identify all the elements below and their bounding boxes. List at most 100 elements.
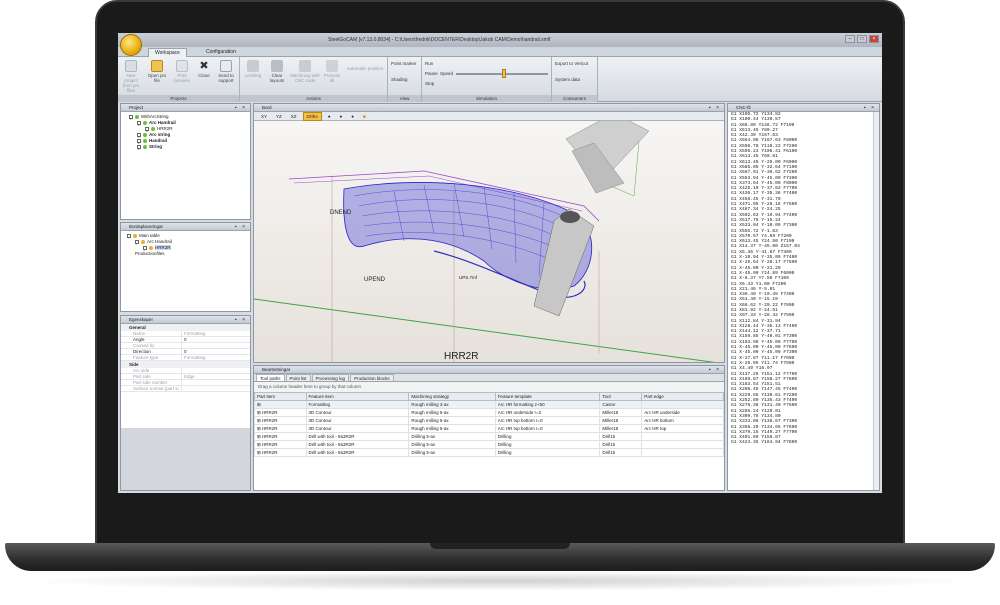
table-row[interactable]: ⊞ HRR2R Drill with tool - 8a3R2R Drilling … xyxy=(254,432,724,441)
property-section-header[interactable]: General xyxy=(121,324,250,331)
panel-pin-close-icon[interactable]: ▪ × xyxy=(709,104,721,112)
property-value[interactable]: Formatting xyxy=(181,355,250,360)
property-value[interactable]: 0 xyxy=(181,337,250,342)
clear-layouts-button[interactable]: Clear layouts xyxy=(266,60,288,83)
view-option-4-icon[interactable]: ■ xyxy=(360,113,369,120)
system-data-button[interactable]: System data xyxy=(555,77,580,82)
view-xz-button[interactable]: XZ xyxy=(288,113,300,120)
close-window-button[interactable]: × xyxy=(869,35,879,43)
column-header[interactable]: Feature template xyxy=(494,392,601,401)
tab-configuration[interactable]: Configuration xyxy=(200,48,242,57)
send-to-support-button[interactable]: Send to support xyxy=(215,60,237,83)
view-option-3-icon[interactable]: ● xyxy=(348,113,357,120)
view-yz-button[interactable]: YZ xyxy=(273,113,285,120)
view-xy-button[interactable]: XY xyxy=(258,113,270,120)
table-row[interactable]: ⊞ HRR2R Drill with tool - 8a3R2R Drilling … xyxy=(254,440,724,449)
property-value[interactable]: 0 xyxy=(181,349,250,354)
machining-cnc-button[interactable]: Machining with CNC code xyxy=(290,60,320,83)
property-value[interactable]: Edge xyxy=(181,374,250,379)
table-body: ⊞ Formatting Rough milling 3-ax Arc HR for… xyxy=(254,400,724,457)
close-icon: ✖ xyxy=(199,60,209,72)
cell-text: Drilling 5-ax xyxy=(411,434,436,439)
expand-icon[interactable]: - xyxy=(127,233,131,240)
close-project-button[interactable]: ✖ Close xyxy=(196,60,212,78)
panel-pin-close-icon[interactable]: ▪ × xyxy=(235,104,247,112)
nc-code-list[interactable]: G1 X105.72 Y134.82 G1 X100.44 Y139.57 G1 X… xyxy=(728,112,879,446)
view-option-1-icon[interactable]: ● xyxy=(325,113,334,120)
window-title: SteelGoCAM [v7.13.0.8034] - C:\Users\fre… xyxy=(328,37,551,43)
view-ortho-button[interactable]: Ortho xyxy=(302,111,322,121)
shading-toggle[interactable]: Shading xyxy=(391,77,408,82)
view-option-2-icon[interactable]: ● xyxy=(337,113,346,120)
cell-text: 3D Contour xyxy=(308,418,332,423)
3d-viewport[interactable]: DNEND UPEND UPS.7mf HRR2R xyxy=(254,112,724,362)
table-cell xyxy=(641,400,724,409)
panel-pin-close-icon[interactable]: ▪ × xyxy=(235,223,247,231)
tab-tool-paths[interactable]: Tool paths xyxy=(256,374,285,381)
cell-text: Drilling xyxy=(497,434,512,439)
tree-node[interactable]: Productionfiles xyxy=(123,251,248,257)
eraser-icon xyxy=(271,60,283,72)
app-menu-orb[interactable] xyxy=(120,34,142,56)
leveling-button[interactable]: Leveling xyxy=(242,60,264,78)
open-file-button[interactable]: Open prx file xyxy=(146,60,168,83)
tab-processing-log[interactable]: Processing log xyxy=(311,374,350,381)
expand-icon[interactable]: + xyxy=(137,144,141,151)
tree-node-label: String xyxy=(149,144,162,149)
process-all-button[interactable]: Process all xyxy=(322,60,342,83)
property-section-header[interactable]: Side xyxy=(121,361,250,368)
expand-icon[interactable]: + xyxy=(137,132,141,139)
expand-icon[interactable]: + xyxy=(129,114,133,121)
speed-slider-thumb[interactable] xyxy=(502,69,506,78)
property-value[interactable] xyxy=(181,386,250,391)
expand-icon[interactable]: + xyxy=(137,138,141,145)
nc-scrollbar[interactable] xyxy=(873,112,879,490)
property-value[interactable] xyxy=(181,368,250,373)
table-row[interactable]: ⊞ HRR2R 3D Contour Rough milling 5-ax Arc H… xyxy=(254,408,724,417)
cell-text: Drill with tool - 8a3R2R xyxy=(308,450,355,455)
new-project-button[interactable]: New project from prx files xyxy=(120,60,142,93)
property-value[interactable] xyxy=(181,343,250,348)
project-panel-header: Project ▪ × xyxy=(121,104,250,112)
table-row[interactable]: ⊞ HRR2R Drill with tool - 8a3R2R Drilling … xyxy=(254,448,724,457)
table-cell: Drilling xyxy=(494,448,601,457)
tab-production-blocks[interactable]: Production blocks xyxy=(350,374,394,381)
table-row[interactable]: ⊞ HRR2R 3D Contour Rough milling 5-ax Arc H… xyxy=(254,416,724,425)
minimize-button[interactable]: – xyxy=(845,35,855,43)
expand-icon[interactable]: + xyxy=(145,126,149,133)
table-row[interactable]: ⊞ Formatting Rough milling 3-ax Arc HR for… xyxy=(254,400,724,409)
automatic-position-button[interactable]: Automatic position xyxy=(344,66,386,71)
expand-icon[interactable]: ⊞ xyxy=(257,402,261,407)
expand-icon[interactable]: + xyxy=(137,120,141,127)
tab-workspace[interactable]: Workspace xyxy=(148,48,187,57)
nc-code-line[interactable]: G1 X424.35 Y164.94 F7800 xyxy=(728,440,879,445)
tab-point-list[interactable]: Point list xyxy=(285,374,311,381)
pause-button[interactable]: Pause xyxy=(425,71,438,76)
table-row[interactable]: ⊞ HRR2R 3D Contour Rough milling 5-ax Arc H… xyxy=(254,424,724,433)
cell-text: Drilling xyxy=(497,442,512,447)
column-header[interactable]: Feature item xyxy=(305,392,410,401)
property-value[interactable]: Formatting xyxy=(181,331,250,336)
property-value[interactable] xyxy=(181,380,250,385)
maximize-button[interactable]: □ xyxy=(857,35,867,43)
property-row[interactable]: Surface normal (part si xyxy=(121,386,250,392)
expand-icon[interactable]: - xyxy=(135,239,139,246)
folder-icon xyxy=(151,60,163,72)
tree-node[interactable]: + String xyxy=(123,144,248,151)
column-header[interactable]: Part edge xyxy=(641,392,724,401)
cell-text: Rough milling 3-ax xyxy=(411,402,449,407)
table-cell: Rough milling 3-ax xyxy=(408,400,496,409)
expand-icon[interactable]: - xyxy=(143,245,147,252)
column-header[interactable]: Tool xyxy=(599,392,643,401)
run-button[interactable]: Run xyxy=(425,61,433,66)
table-cell: Arc HR formatting z+50 xyxy=(494,400,601,409)
print-preview-button[interactable]: Print preview xyxy=(172,60,192,83)
export-vericut-button[interactable]: Export to Vericut xyxy=(555,61,588,66)
panel-pin-close-icon[interactable]: ▪ × xyxy=(709,366,721,374)
stop-button[interactable]: Stop xyxy=(425,81,434,86)
column-header[interactable]: Machining strategy xyxy=(408,392,496,401)
panel-pin-close-icon[interactable]: ▪ × xyxy=(864,104,876,112)
column-header[interactable]: Part item xyxy=(254,392,307,401)
panel-pin-close-icon[interactable]: ▪ × xyxy=(235,316,247,324)
point-marker-toggle[interactable]: Point marker xyxy=(391,61,417,66)
